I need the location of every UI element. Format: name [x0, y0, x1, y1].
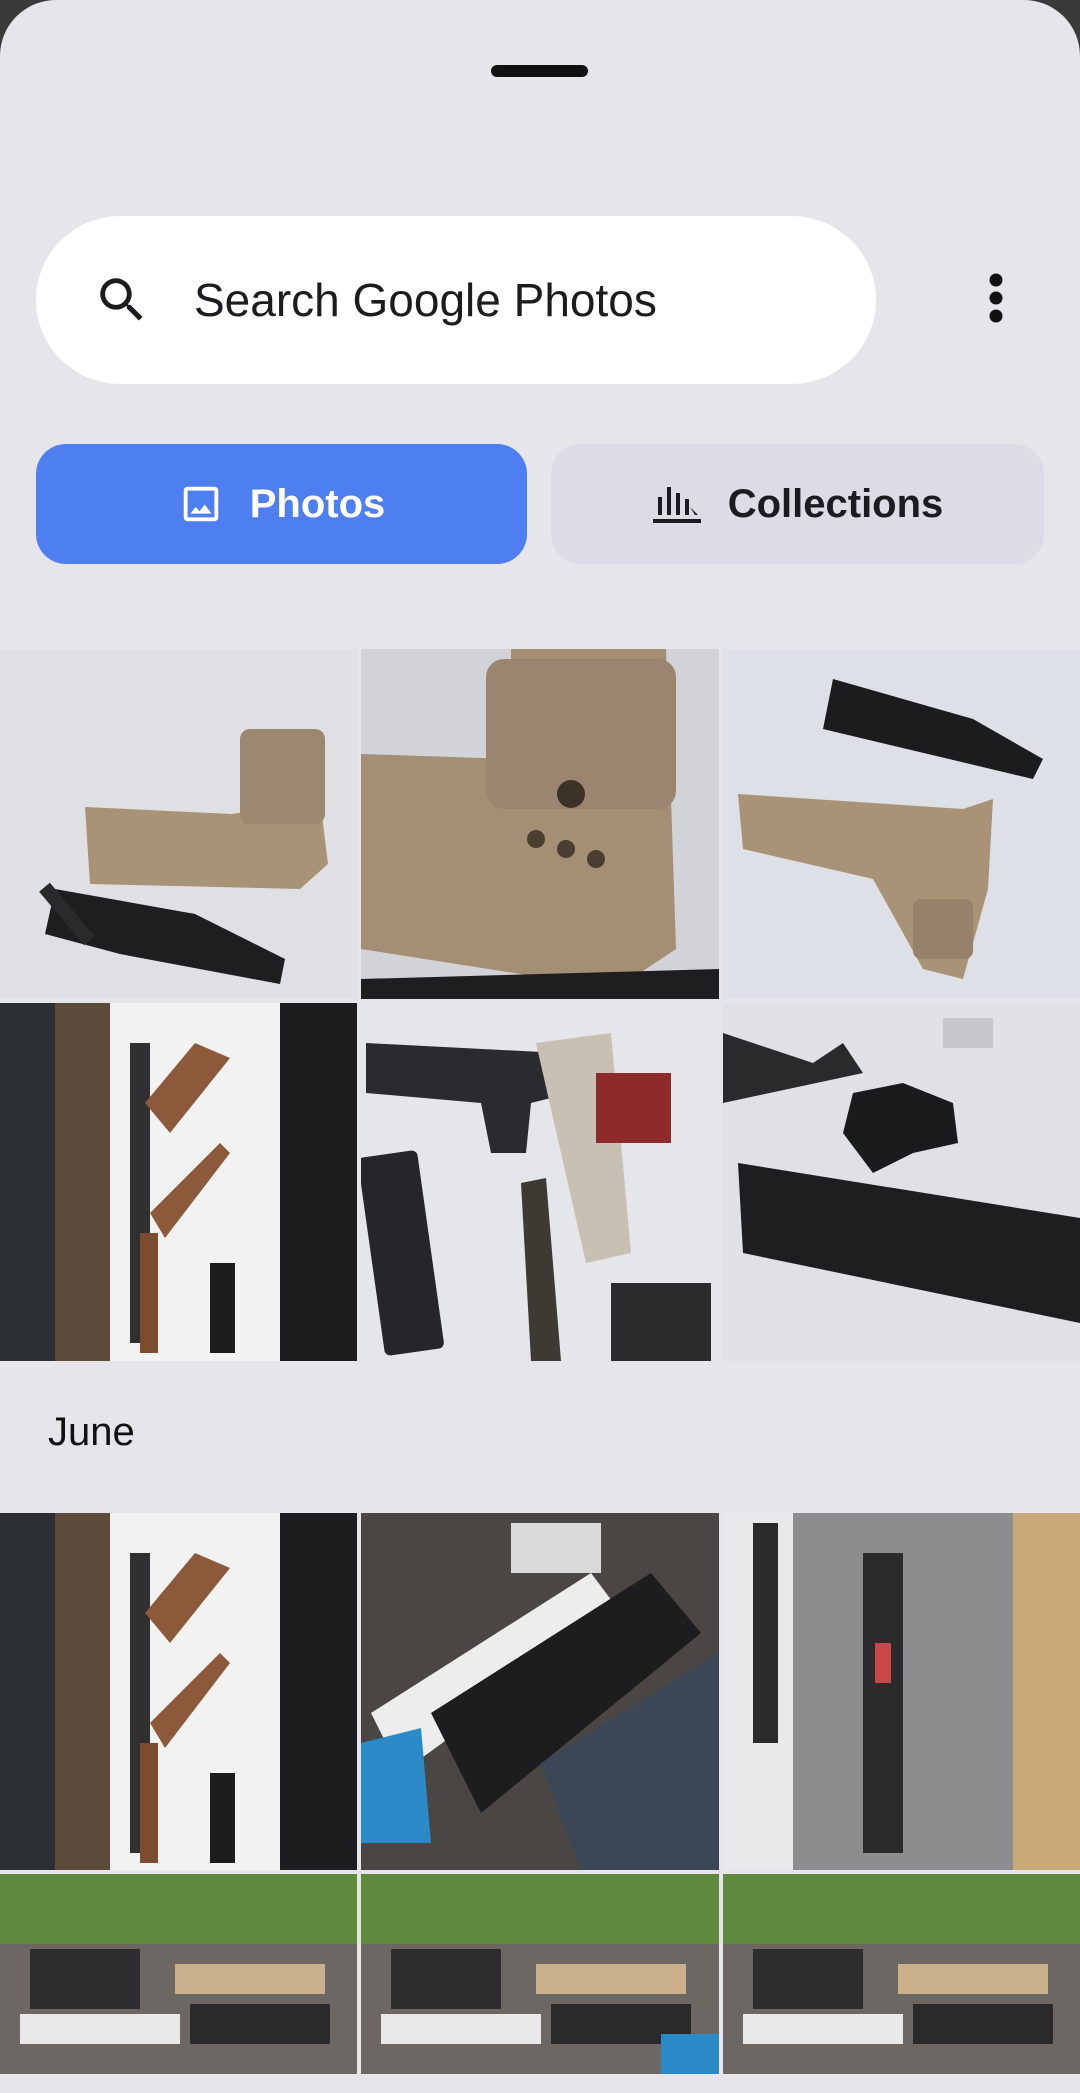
- search-icon: [90, 268, 154, 332]
- tab-collections[interactable]: Collections: [551, 444, 1044, 564]
- more-options-button[interactable]: [962, 262, 1030, 338]
- photo-thumbnail[interactable]: [361, 1513, 719, 1870]
- tab-collections-label: Collections: [727, 481, 944, 526]
- more-vert-icon: [986, 272, 1006, 329]
- photo-thumbnail[interactable]: [723, 1874, 1080, 2074]
- search-bar[interactable]: Search Google Photos: [36, 216, 876, 384]
- bottom-sheet: Search Google Photos Photos Collections …: [0, 0, 1080, 2093]
- drag-handle[interactable]: [491, 65, 588, 77]
- photo-thumbnail[interactable]: [361, 649, 719, 999]
- photo-thumbnail[interactable]: [0, 1874, 357, 2074]
- photo-grid: [0, 649, 1080, 1361]
- photo-thumbnail[interactable]: [723, 649, 1080, 999]
- tab-photos-label: Photos: [249, 481, 386, 526]
- section-header-june: June: [48, 1410, 135, 1454]
- photo-thumbnail[interactable]: [723, 1513, 1080, 1870]
- photo-thumbnail[interactable]: [0, 1003, 357, 1361]
- photo-thumbnail[interactable]: [0, 649, 357, 999]
- photo-thumbnail[interactable]: [361, 1003, 719, 1361]
- photo-thumbnail[interactable]: [361, 1874, 719, 2074]
- search-placeholder: Search Google Photos: [194, 274, 657, 326]
- library-icon: [652, 483, 702, 525]
- photo-thumbnail[interactable]: [723, 1003, 1080, 1361]
- image-icon: [178, 481, 224, 527]
- photo-grid: [0, 1513, 1080, 2074]
- tab-photos[interactable]: Photos: [36, 444, 527, 564]
- photo-thumbnail[interactable]: [0, 1513, 357, 1870]
